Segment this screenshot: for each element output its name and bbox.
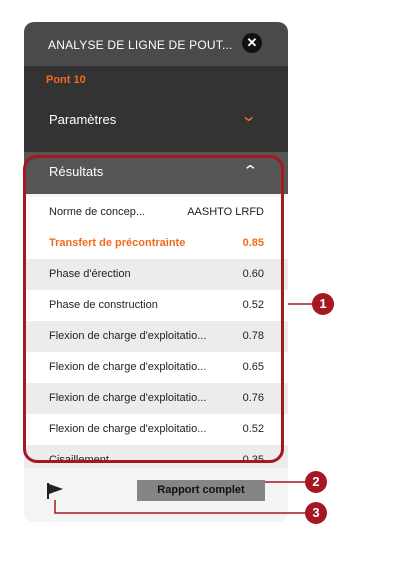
callout-1: 1 bbox=[312, 293, 334, 315]
callout-3: 3 bbox=[305, 502, 327, 524]
callout-2: 2 bbox=[305, 471, 327, 493]
callout-lines bbox=[54, 303, 312, 514]
